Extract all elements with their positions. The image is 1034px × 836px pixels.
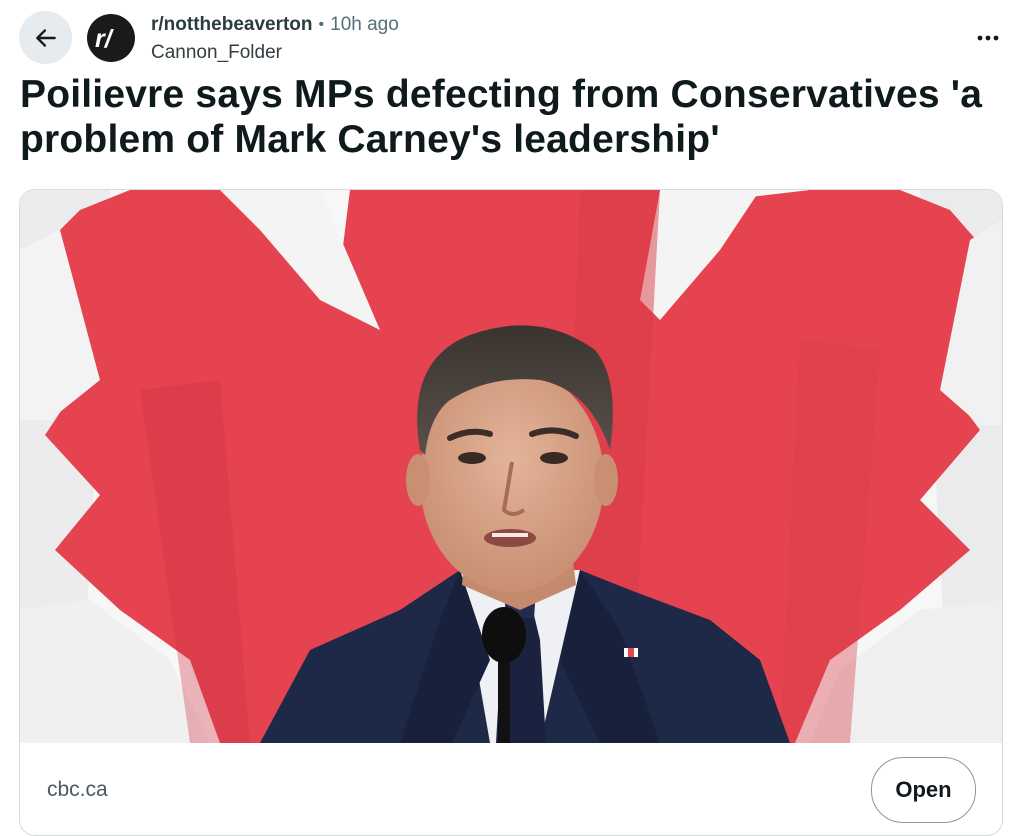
open-link-button[interactable]: Open	[871, 757, 976, 823]
meta-separator: •	[318, 16, 325, 33]
post-title[interactable]: Poilievre says MPs defecting from Conser…	[20, 72, 1010, 162]
subreddit-name[interactable]: r/notthebeaverton	[151, 13, 313, 37]
post-author[interactable]: Cannon_Folder	[151, 41, 399, 65]
post-meta: r/notthebeaverton • 10h ago Cannon_Folde…	[151, 13, 399, 65]
link-footer: cbc.ca Open	[20, 743, 1002, 835]
subreddit-logo-icon: r/	[95, 25, 115, 53]
arrow-left-icon	[35, 28, 56, 47]
ellipsis-icon	[977, 35, 999, 41]
back-button[interactable]	[19, 11, 72, 64]
link-domain[interactable]: cbc.ca	[47, 778, 108, 802]
more-options-button[interactable]	[970, 24, 1006, 52]
article-thumbnail[interactable]	[20, 190, 1002, 743]
subreddit-avatar[interactable]: r/	[87, 14, 135, 62]
post-time: 10h ago	[330, 14, 399, 35]
svg-text:r/: r/	[95, 25, 115, 53]
link-card[interactable]: cbc.ca Open	[19, 189, 1003, 836]
